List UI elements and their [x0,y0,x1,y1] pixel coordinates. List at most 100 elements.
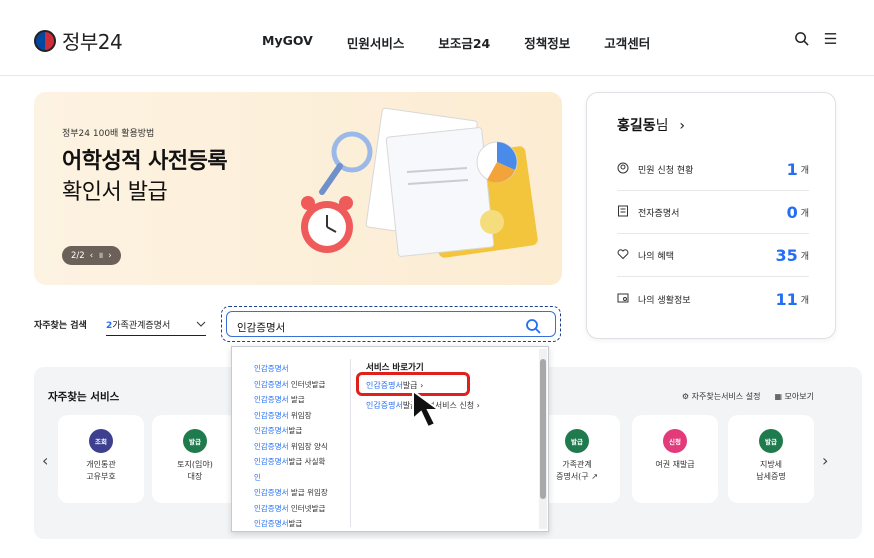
user-name: 홍길동 [617,118,656,134]
stat-civil-requests[interactable]: 민원 신청 현황 1 개 [617,149,809,191]
search-submit-icon[interactable] [525,318,541,338]
service-label-line2: 고유부호 [86,472,116,481]
hamburger-menu-icon[interactable] [823,31,838,50]
suggestion-match: 인감증명서 [254,395,289,404]
suggestion-rest: 위임장 양식 [288,441,328,451]
services-settings-label: 자주찾는서비스 설정 [691,392,761,401]
dropdown-scrollbar[interactable] [539,349,547,529]
user-summary-card: 홍길동님 › 민원 신청 현황 1 개 전자증명서 0 개 나의 혜택 35 개… [586,92,836,339]
carousel-next-icon[interactable]: › [822,451,828,470]
stat-label: 전자증명서 [638,209,680,219]
stat-count: 0 [786,203,798,222]
pager-prev-button[interactable]: ‹ [90,251,93,261]
stat-count: 35 [775,246,798,265]
apply-badge-icon: 신청 [663,429,687,453]
dropdown-divider [350,359,351,527]
stat-e-certificates[interactable]: 전자증명서 0 개 [617,192,809,234]
stat-label: 민원 신청 현황 [638,166,694,176]
stat-unit: 개 [800,209,809,219]
main-nav: MyGOV 민원서비스 보조금24 정책정보 고객센터 [262,33,650,52]
suggestion-list: 인감증명서 인감증명서 인터넷발급 인감증명서 발급 인감증명서 위임장 인감증… [254,361,362,531]
stat-unit: 개 [800,166,809,176]
scrollbar-thumb[interactable] [540,359,546,499]
chevron-right-icon: › [679,118,686,134]
inquiry-badge-icon: 조회 [89,429,113,453]
promo-banner[interactable]: 정부24 100배 활용방법 어학성적 사전등록 확인서 발급 2/2 ‹ ॥ … [34,92,562,285]
suggestion-item[interactable]: 인감증명서 인터넷발급 [254,501,362,517]
service-tile[interactable]: 신청 여권 재발급 [632,415,718,503]
search-input[interactable]: 인감증명서 [226,311,556,337]
service-label: 지방세 납세증명 [728,459,814,483]
suggestion-rest: 발급 [288,395,305,404]
suggestion-item[interactable]: 인감증명서 인터넷발급 [254,377,362,393]
suggestion-rest: 인터넷발급 [288,379,326,389]
carousel-prev-icon[interactable]: ‹ [42,451,48,470]
heart-icon [617,248,631,263]
suggestion-item[interactable]: 인감증명서 위임장 양식 [254,439,362,455]
service-label-line2: 대장 [187,472,203,481]
nav-customer-center[interactable]: 고객센터 [604,33,650,52]
gear-icon: ⚙ [681,392,692,401]
logo[interactable]: 정부24 [34,26,123,55]
pager-next-button[interactable]: › [108,251,111,261]
banner-pager: 2/2 ‹ ॥ › [62,246,121,265]
nav-civil-service[interactable]: 민원서비스 [347,33,405,52]
banner-title-line1: 어학성적 사전등록 [62,149,228,174]
stat-my-benefits[interactable]: 나의 혜택 35 개 [617,235,809,277]
suggestion-item[interactable]: 인감증명서 발급 위임장 [254,485,362,501]
suggestion-rest: 발급 [288,426,303,435]
frequent-search-label: 자주찾는 검색 [34,321,87,331]
suggestion-match: 인감증명서 [254,379,289,389]
banner-title: 어학성적 사전등록 확인서 발급 [62,146,228,208]
suggestion-item[interactable]: 인감증명서 [254,361,362,377]
suggestion-rest: 발급 사실확 [288,457,326,466]
pager-pause-button[interactable]: ॥ [98,250,103,261]
issue-badge-icon: 발급 [759,429,783,453]
stat-my-life-info[interactable]: 나의 생활정보 11 개 [617,278,809,320]
suggestion-match: 인감증명서 [254,503,289,513]
service-label-line1: 가족관계 [562,460,592,469]
services-view-all-button[interactable]: ▦ 모아보기 [774,391,814,402]
nav-mygov[interactable]: MyGOV [262,33,313,52]
shortcut-match: 인감증명서 [366,401,403,410]
service-tile[interactable]: 조회 개인통관 고유부호 [58,415,144,503]
taegeuk-logo-icon [34,29,56,52]
suggestion-rest: 인터넷발급 [288,503,326,513]
suggestion-rest: 위임장 [288,410,312,420]
service-label-line2: 증명서(구 [556,472,589,481]
nav-subsidy24[interactable]: 보조금24 [438,33,490,52]
user-name-suffix: 님 [655,118,669,134]
service-label-line2: 납세증명 [756,472,786,481]
services-settings-button[interactable]: ⚙ 자주찾는서비스 설정 [682,391,761,402]
banner-subtitle: 정부24 100배 활용방법 [62,129,155,139]
banner-title-line2: 확인서 발급 [62,180,168,205]
frequent-search-term: 가족관계증명서 [112,321,171,331]
frequent-search-select[interactable]: 2가족관계증명서 [106,314,206,336]
logo-text: 정부24 [62,30,123,54]
search-box[interactable]: 인감증명서 [221,306,561,342]
stat-count: 1 [786,160,798,179]
suggestion-item[interactable]: 인감증명서발급 [254,423,362,439]
frequent-search-value: 2가족관계증명서 [106,318,170,331]
suggestion-match: 인감증명서 [254,441,289,451]
suggestion-match: 인 [254,472,261,482]
search-query: 인감증명서 [237,322,286,334]
site-header: 정부24 MyGOV 민원서비스 보조금24 정책정보 고객센터 [0,0,874,76]
person-circle-icon [617,162,631,177]
chevron-down-icon [196,320,206,330]
suggestion-item[interactable]: 인감증명서발급 [254,516,362,531]
user-name-link[interactable]: 홍길동님 › [617,115,685,135]
stat-count: 11 [775,289,798,309]
service-tile[interactable]: 발급 지방세 납세증명 [728,415,814,503]
suggestion-item[interactable]: 인 [254,470,362,486]
nav-policy[interactable]: 정책정보 [524,33,570,52]
stat-label: 나의 생활정보 [638,295,691,306]
suggestion-item[interactable]: 인감증명서 위임장 [254,408,362,424]
service-tile[interactable]: 발급 토지(임야) 대장 [152,415,238,503]
services-actions: ⚙ 자주찾는서비스 설정 ▦ 모아보기 [682,391,814,402]
search-icon[interactable] [794,31,809,50]
suggestion-item[interactable]: 인감증명서 발급 [254,392,362,408]
banner-illustration [301,107,538,258]
suggestion-item[interactable]: 인감증명서발급 사실확 [254,454,362,470]
services-view-all-label: 모아보기 [784,392,814,401]
